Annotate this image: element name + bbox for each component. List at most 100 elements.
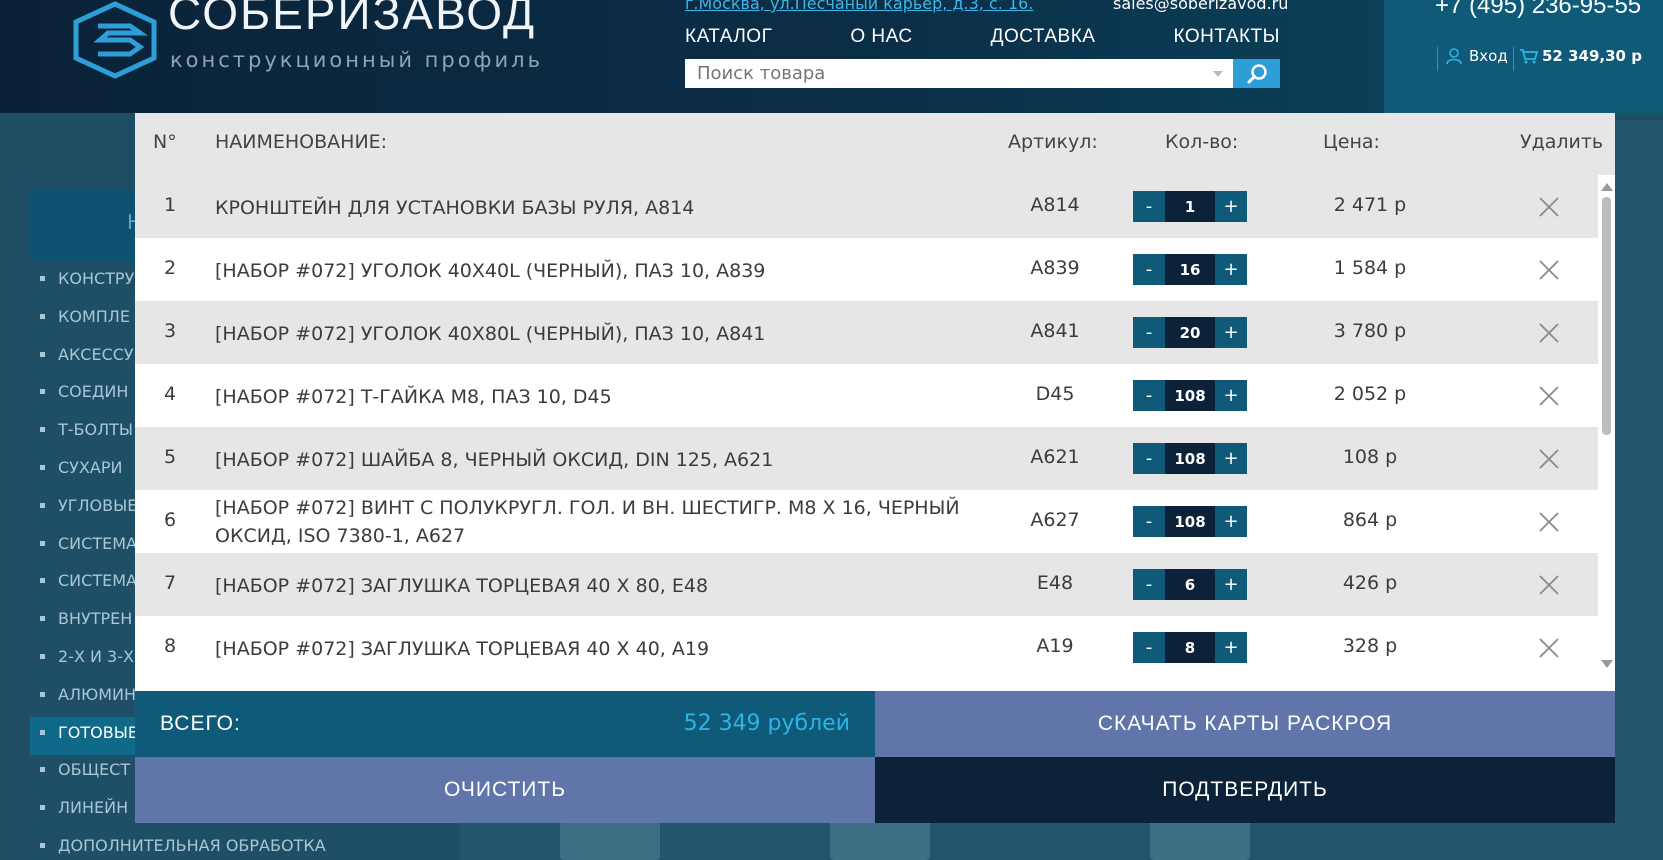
increment-button[interactable]: + xyxy=(1215,569,1247,600)
product-sku: D45 xyxy=(1035,383,1075,405)
increment-button[interactable]: + xyxy=(1215,443,1247,474)
close-icon[interactable] xyxy=(1537,258,1561,282)
close-icon[interactable] xyxy=(1537,195,1561,219)
cart-rows: 1 КРОНШТЕЙН ДЛЯ УСТАНОВКИ БАЗЫ РУЛЯ, A81… xyxy=(135,175,1598,675)
close-icon[interactable] xyxy=(1537,510,1561,534)
phone-number[interactable]: +7 (495) 236-95-55 xyxy=(1435,0,1641,20)
quantity-value[interactable]: 20 xyxy=(1165,317,1215,348)
col-sku: Артикул: xyxy=(1008,131,1098,153)
search-button[interactable] xyxy=(1233,59,1280,88)
close-icon[interactable] xyxy=(1537,447,1561,471)
decrement-button[interactable]: - xyxy=(1133,569,1165,600)
confirm-order-button[interactable]: ПОДТВЕРДИТЬ xyxy=(875,757,1615,823)
quantity-stepper: - 8 + xyxy=(1133,632,1247,663)
col-price: Цена: xyxy=(1323,131,1380,153)
decrement-button[interactable]: - xyxy=(1133,317,1165,348)
quantity-value[interactable]: 1 xyxy=(1165,191,1215,222)
product-price: 864 р xyxy=(1342,509,1398,531)
divider xyxy=(1513,47,1514,71)
product-thumbnail xyxy=(830,820,930,860)
nav-contacts[interactable]: КОНТАКТЫ xyxy=(1173,26,1280,48)
cart-link[interactable]: 52 349,30 р xyxy=(1520,47,1642,65)
quantity-stepper: - 16 + xyxy=(1133,254,1247,285)
row-number: 6 xyxy=(163,509,177,531)
total-value: 52 349 рублей xyxy=(683,711,850,736)
scroll-down-arrow-icon[interactable] xyxy=(1601,660,1613,668)
address-link[interactable]: г.Москва, ул.Песчаный карьер, д.3, с. 16… xyxy=(685,0,1033,13)
quantity-value[interactable]: 16 xyxy=(1165,254,1215,285)
product-thumbnail xyxy=(1150,820,1250,860)
brand-name[interactable]: СОБЕРИЗАВОД xyxy=(168,0,536,36)
row-number: 8 xyxy=(163,635,177,657)
quantity-stepper: - 1 + xyxy=(1133,191,1247,222)
col-name: НАИМЕНОВАНИЕ: xyxy=(215,131,388,153)
login-link[interactable]: Вход xyxy=(1445,47,1508,65)
sidebar-item[interactable]: ДОПОЛНИТЕЛЬНАЯ ОБРАБОТКА xyxy=(40,835,326,860)
scrollbar[interactable] xyxy=(1598,175,1615,675)
quantity-value[interactable]: 8 xyxy=(1165,632,1215,663)
scrollbar-thumb[interactable] xyxy=(1602,197,1611,435)
product-sku: A839 xyxy=(1030,257,1080,279)
search-box xyxy=(685,59,1233,88)
product-price: 2 052 р xyxy=(1333,383,1407,405)
clear-cart-button[interactable]: ОЧИСТИТЬ xyxy=(135,757,875,823)
product-sku: E48 xyxy=(1036,572,1074,594)
increment-button[interactable]: + xyxy=(1215,632,1247,663)
login-label: Вход xyxy=(1469,47,1508,65)
download-cutting-maps-button[interactable]: СКАЧАТЬ КАРТЫ РАСКРОЯ xyxy=(875,691,1615,757)
decrement-button[interactable]: - xyxy=(1133,632,1165,663)
product-price: 1 584 р xyxy=(1333,257,1407,279)
product-name[interactable]: [НАБОР #072] ЗАГЛУШКА ТОРЦЕВАЯ 40 Х 40, … xyxy=(215,635,995,663)
decrement-button[interactable]: - xyxy=(1133,443,1165,474)
search-input[interactable] xyxy=(685,63,1185,84)
product-price: 426 р xyxy=(1342,572,1398,594)
email-link[interactable]: sales@soberizavod.ru xyxy=(1113,0,1288,13)
product-sku: A841 xyxy=(1030,320,1080,342)
quantity-value[interactable]: 108 xyxy=(1165,380,1215,411)
product-sku: A621 xyxy=(1030,446,1080,468)
product-name[interactable]: [НАБОР #072] УГОЛОК 40Х80L (ЧЕРНЫЙ), ПАЗ… xyxy=(215,320,995,348)
product-name[interactable]: [НАБОР #072] ВИНТ С ПОЛУКРУГЛ. ГОЛ. И ВН… xyxy=(215,494,995,550)
product-name[interactable]: КРОНШТЕЙН ДЛЯ УСТАНОВКИ БАЗЫ РУЛЯ, A814 xyxy=(215,194,995,222)
nav-about[interactable]: О НАС xyxy=(850,26,912,48)
product-name[interactable]: [НАБОР #072] УГОЛОК 40Х40L (ЧЕРНЫЙ), ПАЗ… xyxy=(215,257,995,285)
close-icon[interactable] xyxy=(1537,321,1561,345)
site-header: СОБЕРИЗАВОД конструкционный профиль г.Мо… xyxy=(0,0,1663,113)
close-icon[interactable] xyxy=(1537,573,1561,597)
decrement-button[interactable]: - xyxy=(1133,191,1165,222)
close-icon[interactable] xyxy=(1537,384,1561,408)
close-icon[interactable] xyxy=(1537,636,1561,660)
scroll-up-arrow-icon[interactable] xyxy=(1601,183,1613,191)
product-price: 328 р xyxy=(1342,635,1398,657)
nav-catalog[interactable]: КАТАЛОГ xyxy=(685,26,772,48)
nav-delivery[interactable]: ДОСТАВКА xyxy=(991,26,1096,48)
main-nav: КАТАЛОГ О НАС ДОСТАВКА КОНТАКТЫ xyxy=(685,26,1280,48)
increment-button[interactable]: + xyxy=(1215,380,1247,411)
quantity-value[interactable]: 108 xyxy=(1165,506,1215,537)
total-label: ВСЕГО: xyxy=(160,712,241,735)
decrement-button[interactable]: - xyxy=(1133,254,1165,285)
total-bar: ВСЕГО: 52 349 рублей xyxy=(135,691,875,757)
divider xyxy=(1437,47,1438,71)
logo-icon[interactable] xyxy=(68,0,163,80)
product-name[interactable]: [НАБОР #072] Т-ГАЙКА М8, ПАЗ 10, D45 xyxy=(215,383,995,411)
cart-row: 8 [НАБОР #072] ЗАГЛУШКА ТОРЦЕВАЯ 40 Х 40… xyxy=(135,616,1598,675)
cart-modal: N° НАИМЕНОВАНИЕ: Артикул: Кол-во: Цена: … xyxy=(135,113,1615,823)
increment-button[interactable]: + xyxy=(1215,317,1247,348)
decrement-button[interactable]: - xyxy=(1133,506,1165,537)
col-delete: Удалить xyxy=(1520,131,1604,153)
row-number: 1 xyxy=(163,194,177,216)
cart-row: 2 [НАБОР #072] УГОЛОК 40Х40L (ЧЕРНЫЙ), П… xyxy=(135,238,1598,301)
increment-button[interactable]: + xyxy=(1215,506,1247,537)
increment-button[interactable]: + xyxy=(1215,254,1247,285)
quantity-value[interactable]: 108 xyxy=(1165,443,1215,474)
decrement-button[interactable]: - xyxy=(1133,380,1165,411)
product-name[interactable]: [НАБОР #072] ШАЙБА 8, ЧЕРНЫЙ ОКСИД, DIN … xyxy=(215,446,995,474)
product-thumbnail xyxy=(560,820,660,860)
chevron-down-icon[interactable] xyxy=(1213,71,1223,77)
cart-row: 1 КРОНШТЕЙН ДЛЯ УСТАНОВКИ БАЗЫ РУЛЯ, A81… xyxy=(135,175,1598,238)
quantity-value[interactable]: 6 xyxy=(1165,569,1215,600)
quantity-stepper: - 20 + xyxy=(1133,317,1247,348)
increment-button[interactable]: + xyxy=(1215,191,1247,222)
product-name[interactable]: [НАБОР #072] ЗАГЛУШКА ТОРЦЕВАЯ 40 Х 80, … xyxy=(215,572,995,600)
